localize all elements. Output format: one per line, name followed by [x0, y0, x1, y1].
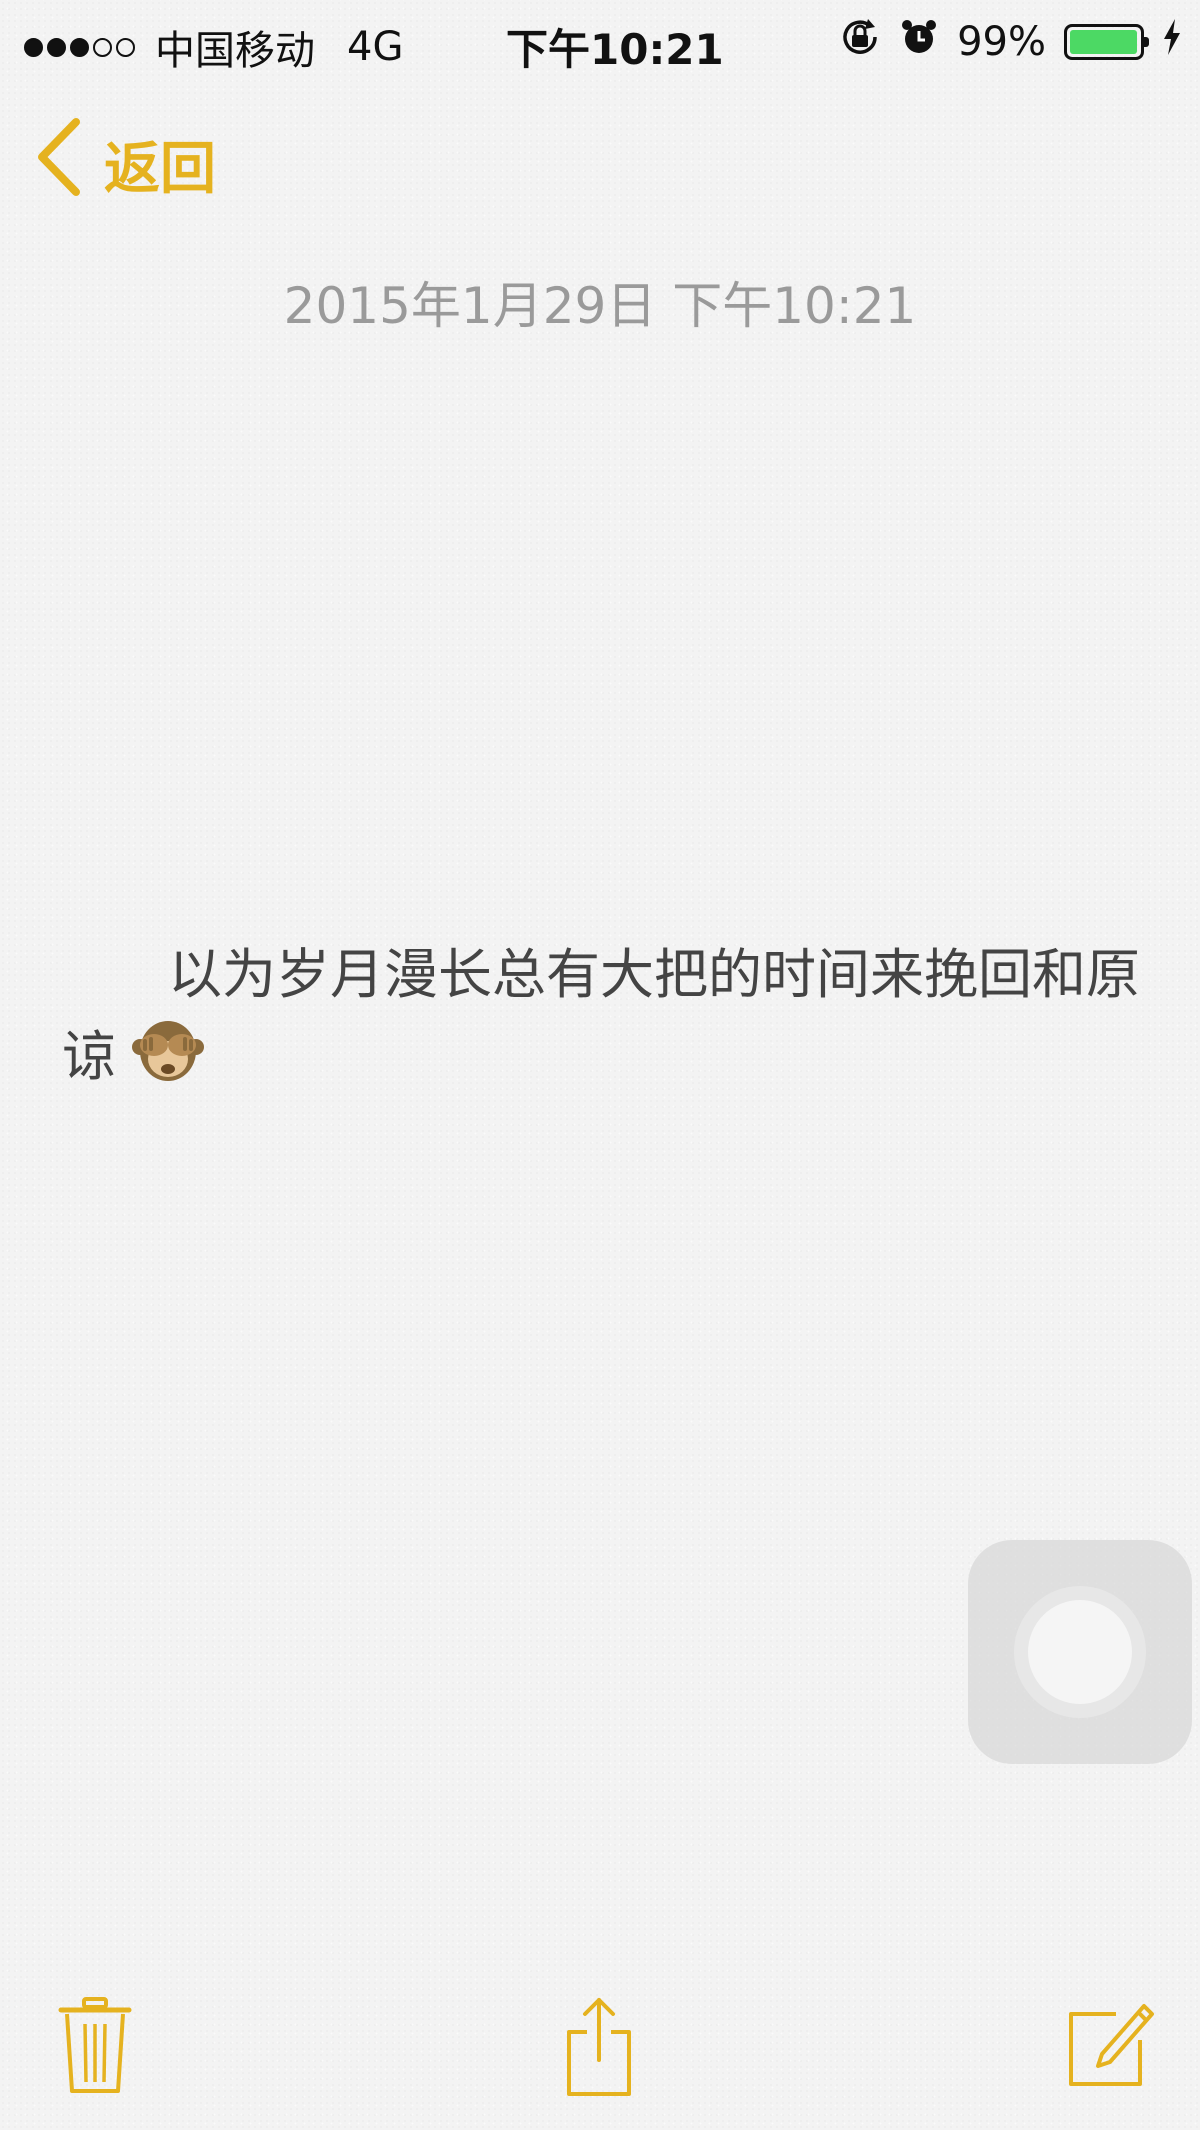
trash-button[interactable]: [58, 1996, 132, 2100]
note-date: 2015年1月29日 下午10:21: [283, 277, 917, 335]
battery-fill: [1070, 30, 1138, 54]
share-button[interactable]: [561, 1996, 637, 2102]
status-bar: 中国移动 4G 下午10:21 99%: [0, 0, 1200, 78]
assistive-touch-ring: [1014, 1586, 1146, 1718]
back-button[interactable]: 返回: [36, 118, 216, 210]
status-right: 99%: [839, 16, 1182, 68]
assistive-touch-button[interactable]: [968, 1540, 1192, 1764]
chevron-left-icon: [36, 118, 82, 210]
network-type: 4G: [347, 24, 404, 70]
see-no-evil-monkey-icon: [130, 1015, 206, 1107]
carrier-name: 中国移动: [155, 28, 315, 74]
note-body[interactable]: 以为岁月漫长总有大把的时间来挽回和原谅: [62, 935, 1142, 1107]
share-icon: [561, 1998, 637, 2102]
status-left: 中国移动 4G: [24, 18, 403, 76]
status-time: 下午10:21: [506, 25, 724, 74]
back-label: 返回: [104, 136, 216, 202]
assistive-touch-core: [1028, 1600, 1132, 1704]
compose-icon: [1066, 2004, 1156, 2092]
compose-button[interactable]: [1066, 1996, 1156, 2092]
battery-icon: [1064, 24, 1149, 60]
charging-bolt-icon: [1162, 19, 1182, 65]
signal-strength-icon: [24, 37, 135, 57]
trash-icon: [58, 1997, 132, 2100]
note-text: 以为岁月漫长总有大把的时间来挽回和原谅: [62, 943, 1140, 1088]
orientation-lock-icon: [839, 16, 881, 68]
battery-percent: 99%: [957, 19, 1046, 65]
alarm-icon: [899, 17, 939, 67]
